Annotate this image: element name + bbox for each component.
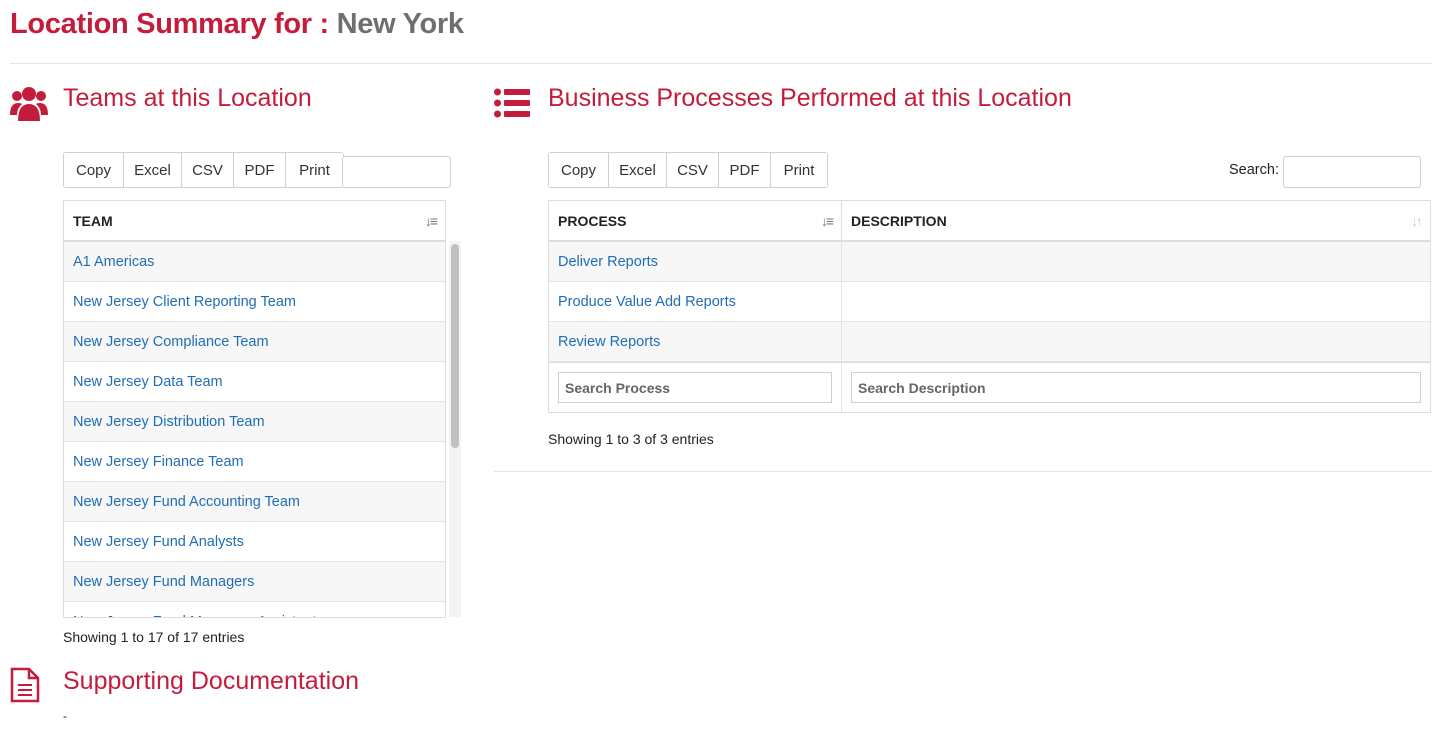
table-row: Review Reports <box>549 322 1430 362</box>
table-row: New Jersey Client Reporting Team <box>64 282 445 322</box>
team-link[interactable]: New Jersey Fund Managers Assistants <box>64 602 333 618</box>
teams-pdf-button[interactable]: PDF <box>234 153 286 187</box>
teams-search-input[interactable] <box>342 156 451 188</box>
processes-excel-button[interactable]: Excel <box>609 153 667 187</box>
docs-heading: Supporting Documentation <box>63 667 359 696</box>
process-column-label: PROCESS <box>558 212 627 229</box>
team-link[interactable]: A1 Americas <box>64 242 163 281</box>
processes-search-label: Search: <box>1229 162 1279 178</box>
team-link[interactable]: New Jersey Finance Team <box>64 442 253 481</box>
processes-divider <box>494 471 1432 472</box>
processes-export-buttons: Copy Excel CSV PDF Print <box>548 152 828 188</box>
process-description <box>842 282 1430 321</box>
processes-heading: Business Processes Performed at this Loc… <box>548 84 1072 113</box>
filter-process-cell: Search Process <box>549 363 842 412</box>
table-row: A1 Americas <box>64 242 445 282</box>
teams-print-button[interactable]: Print <box>286 153 343 187</box>
team-link[interactable]: New Jersey Distribution Team <box>64 402 274 441</box>
team-link[interactable]: New Jersey Client Reporting Team <box>64 282 305 321</box>
table-row: New Jersey Compliance Team <box>64 322 445 362</box>
teams-heading-text: Teams at this Location <box>63 84 312 112</box>
process-column-header[interactable]: PROCESS ↓≡ <box>549 201 842 240</box>
processes-table-info: Showing 1 to 3 of 3 entries <box>548 431 714 447</box>
table-row: New Jersey Finance Team <box>64 442 445 482</box>
teams-table-header: TEAM ↓≡ <box>64 201 445 242</box>
process-description <box>842 242 1430 281</box>
teams-csv-button[interactable]: CSV <box>182 153 234 187</box>
team-link[interactable]: New Jersey Fund Managers <box>64 562 263 601</box>
location-name: New York <box>336 8 464 40</box>
description-column-label: DESCRIPTION <box>851 212 947 229</box>
team-link[interactable]: New Jersey Data Team <box>64 362 232 401</box>
processes-copy-button[interactable]: Copy <box>549 153 609 187</box>
processes-heading-text: Business Processes Performed at this Loc… <box>548 84 1072 112</box>
team-column-header[interactable]: TEAM ↓≡ <box>64 201 445 240</box>
sort-asc-icon: ↓≡ <box>820 212 834 229</box>
docs-heading-text: Supporting Documentation <box>63 667 360 695</box>
table-row: New Jersey Fund Analysts <box>64 522 445 562</box>
processes-table-header: PROCESS ↓≡ DESCRIPTION ↓↑ <box>549 201 1430 242</box>
processes-pdf-button[interactable]: PDF <box>719 153 771 187</box>
teams-table-info: Showing 1 to 17 of 17 entries <box>63 629 245 645</box>
table-row: New Jersey Fund Managers <box>64 562 445 602</box>
teams-scrollbar-thumb[interactable] <box>451 244 459 448</box>
table-row: New Jersey Fund Accounting Team <box>64 482 445 522</box>
processes-print-button[interactable]: Print <box>771 153 827 187</box>
table-row: Deliver Reports <box>549 242 1430 282</box>
title-divider <box>10 63 1432 64</box>
filter-description-cell: Search Description <box>842 363 1430 412</box>
team-column-label: TEAM <box>73 212 113 229</box>
process-link[interactable]: Review Reports <box>549 322 842 361</box>
sort-both-icon: ↓↑ <box>1411 212 1423 229</box>
table-row: New Jersey Fund Managers Assistants <box>64 602 445 618</box>
table-row: New Jersey Distribution Team <box>64 402 445 442</box>
docs-content: - <box>63 709 67 723</box>
page-title: Location Summary for : New York <box>10 8 464 41</box>
page-title-prefix: Location Summary for : <box>10 8 329 40</box>
filter-row: Search Process Search Description <box>549 362 1430 412</box>
process-link[interactable]: Produce Value Add Reports <box>549 282 842 321</box>
processes-search-input[interactable] <box>1283 156 1421 188</box>
team-link[interactable]: New Jersey Compliance Team <box>64 322 278 361</box>
teams-copy-button[interactable]: Copy <box>64 153 124 187</box>
process-description <box>842 322 1430 361</box>
process-link[interactable]: Deliver Reports <box>549 242 842 281</box>
team-link[interactable]: New Jersey Fund Analysts <box>64 522 253 561</box>
teams-excel-button[interactable]: Excel <box>124 153 182 187</box>
users-icon <box>10 87 48 121</box>
list-icon <box>494 88 530 118</box>
teams-export-buttons: Copy Excel CSV PDF Print <box>63 152 344 188</box>
processes-csv-button[interactable]: CSV <box>667 153 719 187</box>
sort-asc-icon: ↓≡ <box>424 212 438 229</box>
filter-description-input[interactable]: Search Description <box>851 372 1421 403</box>
filter-process-input[interactable]: Search Process <box>558 372 832 403</box>
table-row: Produce Value Add Reports <box>549 282 1430 322</box>
processes-table: PROCESS ↓≡ DESCRIPTION ↓↑ Deliver Report… <box>548 200 1431 413</box>
team-link[interactable]: New Jersey Fund Accounting Team <box>64 482 309 521</box>
document-icon <box>10 667 40 703</box>
teams-heading: Teams at this Location <box>63 84 312 113</box>
teams-table: TEAM ↓≡ A1 Americas New Jersey Client Re… <box>63 200 446 618</box>
table-row: New Jersey Data Team <box>64 362 445 402</box>
description-column-header[interactable]: DESCRIPTION ↓↑ <box>842 201 1430 240</box>
